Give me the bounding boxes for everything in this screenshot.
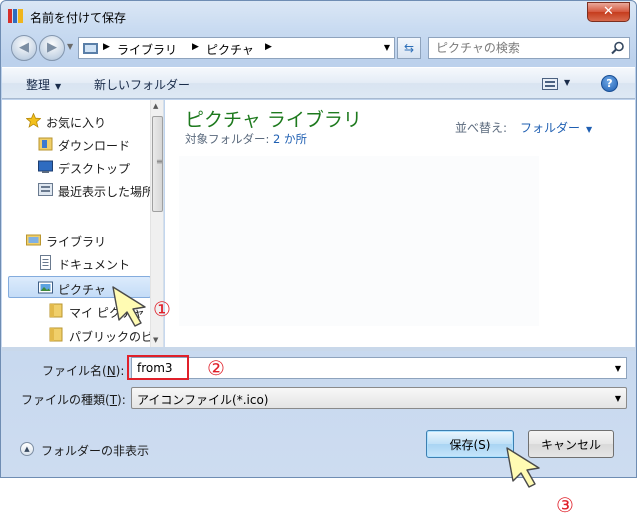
filename-accesskey: N bbox=[106, 364, 116, 378]
step-3-marker: ③ bbox=[556, 493, 574, 517]
pictures-icon bbox=[38, 281, 53, 294]
step-1-marker: ① bbox=[153, 297, 171, 321]
search-box[interactable] bbox=[428, 37, 630, 59]
nav-item-label: ドキュメント bbox=[58, 258, 131, 272]
title-bar: 名前を付けて保存 ✕ bbox=[1, 1, 636, 31]
nav-item-label: ピクチャ bbox=[58, 283, 106, 297]
document-icon bbox=[40, 255, 51, 270]
save-button[interactable]: 保存(S) bbox=[426, 430, 514, 458]
search-icon[interactable] bbox=[611, 41, 625, 55]
scroll-down-icon[interactable]: ▼ bbox=[153, 336, 158, 344]
recent-places-icon bbox=[38, 183, 53, 196]
sort-value: フォルダー bbox=[520, 121, 581, 135]
pane-splitter[interactable] bbox=[2, 347, 635, 351]
step-2-marker: ② bbox=[207, 356, 225, 380]
library-icon bbox=[26, 234, 41, 246]
nav-item-documents[interactable]: ドキュメント bbox=[2, 252, 150, 274]
nav-item-desktop[interactable]: デスクトップ bbox=[2, 156, 150, 178]
library-folder-icon bbox=[83, 43, 98, 54]
recent-pages-dropdown-icon[interactable]: ▼ bbox=[67, 42, 73, 51]
chevron-down-icon: ▼ bbox=[586, 125, 593, 134]
filetype-label-text: ファイルの種類( bbox=[21, 393, 110, 407]
breadcrumb-pictures[interactable]: ピクチャ bbox=[206, 41, 254, 58]
folder-icon bbox=[49, 327, 63, 342]
nav-item-label: ライブラリ bbox=[46, 235, 107, 249]
hide-folders-toggle[interactable]: フォルダーの非表示 bbox=[41, 442, 149, 459]
organize-label: 整理 bbox=[26, 78, 51, 92]
forward-button[interactable]: ▶ bbox=[39, 35, 65, 61]
filetype-label: ファイルの種類(T): bbox=[21, 391, 126, 408]
breadcrumb-separator-icon[interactable]: ▶ bbox=[265, 42, 272, 52]
download-folder-icon bbox=[38, 137, 53, 151]
file-list-pane[interactable]: ピクチャ ライブラリ 対象フォルダー: 2 か所 並べ替え: フォルダー ▼ bbox=[165, 100, 635, 347]
save-as-dialog: 名前を付けて保存 ✕ ◀ ▶ ▼ ▶ ライブラリ ▶ ピクチャ ▶ ▼ ⇆ 整理… bbox=[0, 0, 637, 478]
address-dropdown-icon[interactable]: ▼ bbox=[384, 43, 390, 52]
sort-label: 並べ替え: bbox=[455, 121, 508, 135]
collapse-up-icon[interactable]: ▲ bbox=[20, 442, 34, 456]
view-dropdown-icon[interactable]: ▼ bbox=[564, 78, 570, 87]
back-button[interactable]: ◀ bbox=[11, 35, 37, 61]
breadcrumb-library[interactable]: ライブラリ bbox=[117, 41, 177, 58]
sort-dropdown[interactable]: フォルダー ▼ bbox=[520, 119, 592, 136]
filename-highlight-box bbox=[127, 355, 189, 380]
search-input[interactable] bbox=[434, 40, 604, 56]
scroll-up-icon[interactable]: ▲ bbox=[153, 102, 158, 110]
close-button[interactable]: ✕ bbox=[587, 2, 630, 22]
filetype-label-end: ): bbox=[117, 393, 126, 407]
nav-item-libraries[interactable]: ライブラリ bbox=[2, 229, 150, 251]
new-folder-button[interactable]: 新しいフォルダー bbox=[94, 76, 190, 93]
nav-item-label: パブリックのピクチャ bbox=[69, 330, 150, 344]
grip-icon: ≡ bbox=[156, 157, 163, 166]
filename-label-end: ): bbox=[115, 364, 125, 378]
empty-file-area bbox=[179, 156, 539, 326]
filename-label-text: ファイル名( bbox=[42, 364, 107, 378]
target-folders-label: 対象フォルダー: bbox=[185, 132, 270, 146]
folder-icon bbox=[49, 303, 63, 318]
nav-item-downloads[interactable]: ダウンロード bbox=[2, 133, 150, 155]
target-folders-link[interactable]: 2 か所 bbox=[273, 132, 307, 146]
refresh-icon: ⇆ bbox=[403, 41, 415, 55]
target-folders-info: 対象フォルダー: 2 か所 bbox=[185, 131, 307, 147]
breadcrumb-separator-icon[interactable]: ▶ bbox=[192, 42, 199, 52]
command-toolbar: 整理 ▼ 新しいフォルダー ▼ ? bbox=[2, 67, 635, 99]
scroll-thumb[interactable]: ≡ bbox=[152, 116, 163, 212]
filetype-value: アイコンファイル(*.ico) bbox=[137, 393, 269, 407]
help-icon[interactable]: ? bbox=[601, 75, 618, 92]
filetype-select[interactable]: アイコンファイル(*.ico) ▼ bbox=[131, 387, 627, 409]
organize-menu[interactable]: 整理 ▼ bbox=[26, 76, 61, 93]
arrow-right-icon: ▶ bbox=[47, 40, 57, 55]
mouse-cursor-icon bbox=[506, 447, 540, 488]
chevron-down-icon: ▼ bbox=[55, 82, 62, 91]
library-title: ピクチャ ライブラリ bbox=[185, 109, 362, 131]
nav-item-label: お気に入り bbox=[46, 116, 107, 130]
app-icon bbox=[8, 9, 23, 23]
address-bar[interactable]: ▶ ライブラリ ▶ ピクチャ ▶ ▼ bbox=[78, 37, 395, 59]
breadcrumb-separator-icon[interactable]: ▶ bbox=[103, 42, 110, 52]
view-options-icon[interactable] bbox=[542, 78, 558, 90]
nav-item-favorites[interactable]: お気に入り bbox=[2, 110, 150, 132]
filetype-accesskey: T bbox=[109, 393, 118, 407]
refresh-button[interactable]: ⇆ bbox=[397, 37, 421, 59]
mouse-cursor-icon bbox=[112, 286, 146, 327]
nav-item-label: デスクトップ bbox=[58, 162, 131, 176]
nav-item-public-pictures[interactable]: パブリックのピクチャ bbox=[2, 324, 150, 346]
window-title: 名前を付けて保存 bbox=[30, 11, 127, 25]
arrow-left-icon: ◀ bbox=[19, 40, 29, 55]
nav-item-recent-places[interactable]: 最近表示した場所 bbox=[2, 179, 150, 201]
nav-item-label: ダウンロード bbox=[58, 139, 131, 153]
filename-input[interactable]: from3 ▼ bbox=[131, 357, 627, 379]
desktop-icon bbox=[38, 160, 53, 173]
filename-label: ファイル名(N): bbox=[42, 362, 124, 379]
filetype-dropdown-icon[interactable]: ▼ bbox=[615, 394, 621, 403]
star-icon bbox=[26, 113, 41, 128]
filename-dropdown-icon[interactable]: ▼ bbox=[615, 364, 621, 373]
nav-item-label: 最近表示した場所 bbox=[58, 185, 150, 199]
